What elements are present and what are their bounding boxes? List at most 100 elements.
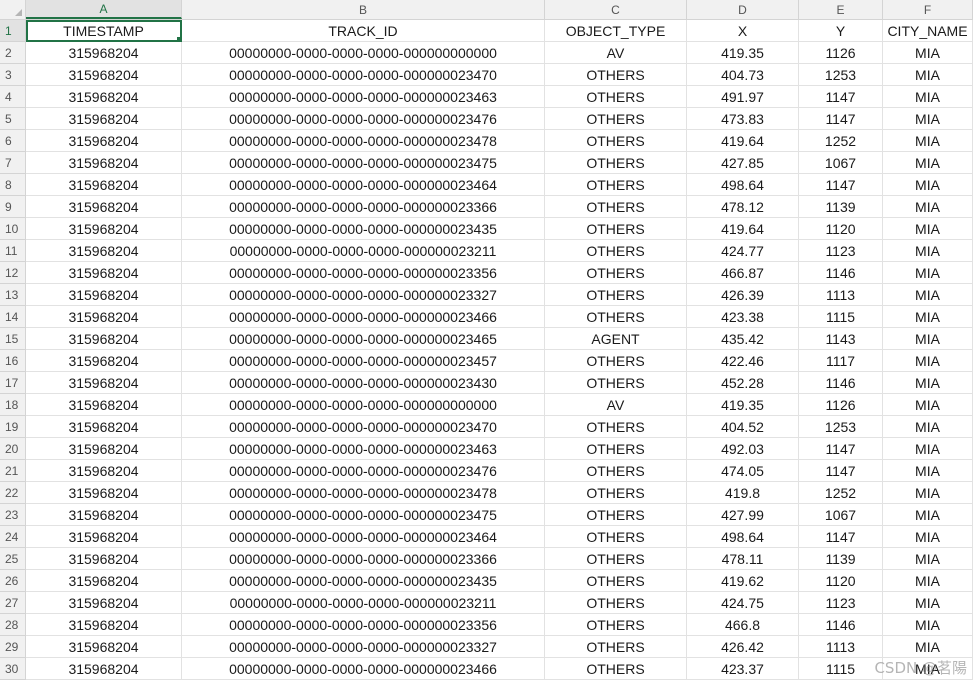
table-cell[interactable]: 492.03	[687, 438, 799, 460]
table-cell[interactable]: 00000000-0000-0000-0000-000000000000	[182, 42, 545, 64]
table-cell[interactable]: 00000000-0000-0000-0000-000000023356	[182, 262, 545, 284]
table-cell[interactable]: 315968204	[26, 64, 182, 86]
table-cell[interactable]: 00000000-0000-0000-0000-000000023465	[182, 328, 545, 350]
table-cell[interactable]: MIA	[883, 460, 973, 482]
table-cell[interactable]: 1113	[799, 284, 883, 306]
table-cell[interactable]: 00000000-0000-0000-0000-000000023466	[182, 658, 545, 680]
row-header[interactable]: 12	[0, 262, 26, 284]
header-cell[interactable]: CITY_NAME	[883, 20, 973, 42]
table-cell[interactable]: MIA	[883, 482, 973, 504]
table-cell[interactable]: 00000000-0000-0000-0000-000000023476	[182, 460, 545, 482]
table-cell[interactable]: 315968204	[26, 42, 182, 64]
table-cell[interactable]: MIA	[883, 526, 973, 548]
table-cell[interactable]: 00000000-0000-0000-0000-000000023327	[182, 636, 545, 658]
table-cell[interactable]: 1147	[799, 86, 883, 108]
table-cell[interactable]: 419.8	[687, 482, 799, 504]
header-cell[interactable]: TRACK_ID	[182, 20, 545, 42]
column-header-c[interactable]: C	[545, 0, 687, 19]
table-cell[interactable]: MIA	[883, 372, 973, 394]
table-cell[interactable]: MIA	[883, 108, 973, 130]
table-cell[interactable]: 1120	[799, 570, 883, 592]
table-cell[interactable]: 404.52	[687, 416, 799, 438]
row-header[interactable]: 25	[0, 548, 26, 570]
table-cell[interactable]: MIA	[883, 636, 973, 658]
table-cell[interactable]: 452.28	[687, 372, 799, 394]
table-cell[interactable]: 00000000-0000-0000-0000-000000023463	[182, 438, 545, 460]
table-cell[interactable]: 315968204	[26, 614, 182, 636]
table-cell[interactable]: 1117	[799, 350, 883, 372]
table-cell[interactable]: 00000000-0000-0000-0000-000000023457	[182, 350, 545, 372]
table-cell[interactable]: OTHERS	[545, 438, 687, 460]
select-all-corner[interactable]	[0, 0, 26, 19]
table-cell[interactable]: MIA	[883, 42, 973, 64]
table-cell[interactable]: MIA	[883, 196, 973, 218]
row-header[interactable]: 7	[0, 152, 26, 174]
header-cell[interactable]: TIMESTAMP	[26, 20, 182, 42]
row-header[interactable]: 3	[0, 64, 26, 86]
table-cell[interactable]: OTHERS	[545, 350, 687, 372]
table-cell[interactable]: AV	[545, 394, 687, 416]
table-cell[interactable]: 1139	[799, 548, 883, 570]
table-cell[interactable]: 315968204	[26, 306, 182, 328]
table-cell[interactable]: 1147	[799, 438, 883, 460]
table-cell[interactable]: 315968204	[26, 86, 182, 108]
table-cell[interactable]: MIA	[883, 438, 973, 460]
table-cell[interactable]: 00000000-0000-0000-0000-000000023478	[182, 130, 545, 152]
table-cell[interactable]: MIA	[883, 548, 973, 570]
table-cell[interactable]: OTHERS	[545, 570, 687, 592]
row-header[interactable]: 18	[0, 394, 26, 416]
table-cell[interactable]: MIA	[883, 240, 973, 262]
table-cell[interactable]: OTHERS	[545, 218, 687, 240]
table-cell[interactable]: MIA	[883, 328, 973, 350]
row-header[interactable]: 24	[0, 526, 26, 548]
table-cell[interactable]: MIA	[883, 306, 973, 328]
table-cell[interactable]: OTHERS	[545, 614, 687, 636]
table-cell[interactable]: OTHERS	[545, 152, 687, 174]
table-cell[interactable]: OTHERS	[545, 196, 687, 218]
table-cell[interactable]: 315968204	[26, 504, 182, 526]
table-cell[interactable]: 315968204	[26, 548, 182, 570]
row-header[interactable]: 23	[0, 504, 26, 526]
row-header[interactable]: 6	[0, 130, 26, 152]
table-cell[interactable]: OTHERS	[545, 174, 687, 196]
table-cell[interactable]: 00000000-0000-0000-0000-000000023211	[182, 240, 545, 262]
table-cell[interactable]: MIA	[883, 592, 973, 614]
row-header[interactable]: 1	[0, 20, 26, 42]
table-cell[interactable]: 00000000-0000-0000-0000-000000023463	[182, 86, 545, 108]
row-header[interactable]: 2	[0, 42, 26, 64]
table-cell[interactable]: 315968204	[26, 328, 182, 350]
table-cell[interactable]: 419.64	[687, 130, 799, 152]
table-cell[interactable]: 1126	[799, 42, 883, 64]
header-cell[interactable]: Y	[799, 20, 883, 42]
table-cell[interactable]: 1147	[799, 174, 883, 196]
row-header[interactable]: 4	[0, 86, 26, 108]
table-cell[interactable]: 1139	[799, 196, 883, 218]
table-cell[interactable]: 315968204	[26, 438, 182, 460]
table-cell[interactable]: OTHERS	[545, 306, 687, 328]
table-cell[interactable]: 00000000-0000-0000-0000-000000023478	[182, 482, 545, 504]
table-cell[interactable]: 00000000-0000-0000-0000-000000023464	[182, 526, 545, 548]
row-header[interactable]: 26	[0, 570, 26, 592]
table-cell[interactable]: 315968204	[26, 592, 182, 614]
column-header-d[interactable]: D	[687, 0, 799, 19]
spreadsheet-grid[interactable]: A B C D E F 1 TIMESTAMP TRACK_ID OBJECT_TYP…	[0, 0, 973, 684]
table-cell[interactable]: 00000000-0000-0000-0000-000000023366	[182, 548, 545, 570]
table-cell[interactable]: 1120	[799, 218, 883, 240]
table-cell[interactable]: 1146	[799, 372, 883, 394]
table-cell[interactable]: OTHERS	[545, 284, 687, 306]
table-cell[interactable]: 1113	[799, 636, 883, 658]
table-cell[interactable]: 315968204	[26, 174, 182, 196]
table-cell[interactable]: 315968204	[26, 394, 182, 416]
row-header[interactable]: 28	[0, 614, 26, 636]
header-cell[interactable]: OBJECT_TYPE	[545, 20, 687, 42]
table-cell[interactable]: 315968204	[26, 658, 182, 680]
table-cell[interactable]: 315968204	[26, 636, 182, 658]
table-cell[interactable]: MIA	[883, 416, 973, 438]
table-cell[interactable]: OTHERS	[545, 526, 687, 548]
table-cell[interactable]: 478.12	[687, 196, 799, 218]
table-cell[interactable]: MIA	[883, 570, 973, 592]
table-cell[interactable]: 315968204	[26, 152, 182, 174]
row-header[interactable]: 8	[0, 174, 26, 196]
table-cell[interactable]: 00000000-0000-0000-0000-000000023466	[182, 306, 545, 328]
row-header[interactable]: 13	[0, 284, 26, 306]
